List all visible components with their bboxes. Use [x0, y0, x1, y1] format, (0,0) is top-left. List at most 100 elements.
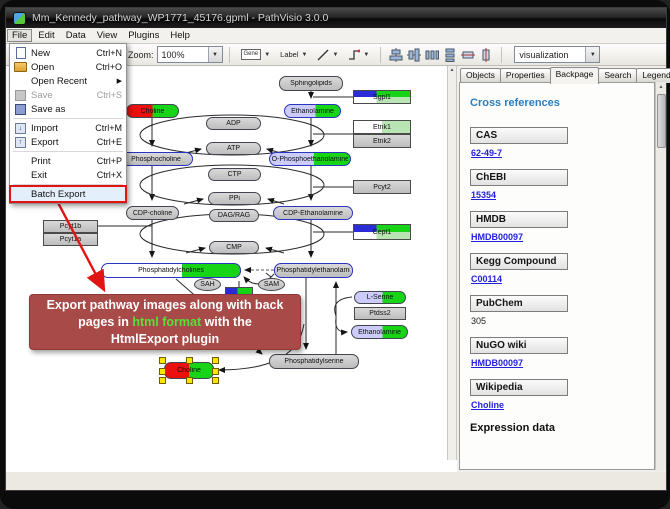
node-label: Phosphocholine	[131, 156, 181, 163]
node-label: Choline	[141, 108, 165, 115]
node-atp[interactable]: ATP	[206, 142, 261, 155]
node-cdp-choline[interactable]: CDP-choline	[126, 206, 179, 220]
sidebar-scrollbar[interactable]: ▲	[655, 82, 666, 470]
node-ptdss2[interactable]: Ptdss2	[354, 307, 406, 320]
scroll-up-icon[interactable]: ▲	[448, 66, 456, 74]
menu-view[interactable]: View	[92, 29, 122, 42]
new-gene-button[interactable]: Gene ▼	[237, 45, 275, 64]
file-menu-item-print[interactable]: PrintCtrl+P	[11, 154, 125, 168]
line-tool-icon	[317, 49, 329, 61]
node-phosphatidylserine[interactable]: Phosphatidylserine	[269, 354, 359, 369]
tab-backpage[interactable]: Backpage	[550, 67, 600, 84]
node-pcyt2[interactable]: Pcyt2	[353, 180, 411, 194]
crossref-link[interactable]: 15354	[471, 190, 654, 200]
chevron-down-icon[interactable]: ▼	[332, 52, 338, 58]
node-choline-selected[interactable]: Choline	[164, 362, 214, 379]
selection-handle[interactable]	[212, 377, 219, 384]
menu-item-label: Export	[31, 137, 93, 148]
node-adp[interactable]: ADP	[206, 117, 261, 130]
node-etnk1[interactable]: Etnk1	[353, 120, 411, 134]
node-cmp[interactable]: CMP	[209, 241, 259, 254]
menu-item-shortcut: Ctrl+S	[97, 90, 122, 100]
node-choline-top[interactable]: Choline	[126, 104, 179, 118]
node-ctp[interactable]: CTP	[208, 168, 261, 181]
chevron-down-icon[interactable]: ▼	[302, 52, 308, 58]
crossref-link[interactable]: C00114	[471, 274, 654, 284]
menu-item-label: Open	[31, 62, 92, 73]
common-width-icon[interactable]	[460, 47, 476, 63]
file-menu-item-open-recent[interactable]: Open Recent▶	[11, 74, 125, 88]
crossref-link[interactable]: 62-49-7	[471, 148, 654, 158]
tab-legend[interactable]: Legend	[636, 68, 670, 83]
node-o-phosphoethanolamine[interactable]: O-Phosphoethanolamine	[269, 152, 351, 166]
align-center-x-icon[interactable]	[388, 47, 404, 63]
canvas-vertical-scrollbar[interactable]: ▲	[447, 66, 457, 460]
file-menu-item-new[interactable]: NewCtrl+N	[11, 46, 125, 60]
distribute-horizontal-icon[interactable]	[424, 47, 440, 63]
selection-handle[interactable]	[212, 368, 219, 375]
selection-handle[interactable]	[186, 357, 193, 364]
scroll-up-icon[interactable]: ▲	[656, 82, 666, 92]
selection-handle[interactable]	[212, 357, 219, 364]
node-sah[interactable]: SAH	[194, 278, 221, 291]
file-menu-item-import[interactable]: ↓ImportCtrl+M	[11, 121, 125, 135]
crossref-section-pubchem: PubChem305	[470, 293, 654, 326]
node-sphingolipids[interactable]: Sphingolipids	[279, 76, 343, 91]
title-bar[interactable]: Mm_Kennedy_pathway_WP1771_45176.gpml - P…	[6, 8, 666, 28]
node-ethanolamine-top[interactable]: Ethanolamine	[284, 104, 341, 118]
node-label: CTP	[228, 171, 242, 178]
menu-edit[interactable]: Edit	[33, 29, 59, 42]
node-phosphatidylcholines[interactable]: Phosphatidylcholines	[101, 263, 241, 278]
node-pcyt1a[interactable]: Pcyt1a	[43, 233, 98, 246]
chevron-down-icon[interactable]: ▼	[363, 52, 369, 58]
node-phosphocholine[interactable]: Phosphocholine	[119, 152, 193, 166]
chevron-down-icon[interactable]: ▼	[208, 47, 222, 62]
selection-handle[interactable]	[186, 377, 193, 384]
node-l-serine[interactable]: L-Serine	[354, 291, 406, 304]
new-connector-button[interactable]: ▼	[344, 45, 373, 64]
tab-properties[interactable]: Properties	[500, 68, 551, 83]
crossref-link[interactable]: Choline	[471, 400, 654, 410]
distribute-vertical-icon[interactable]	[442, 47, 458, 63]
chevron-down-icon[interactable]: ▼	[585, 47, 599, 62]
menu-data[interactable]: Data	[61, 29, 91, 42]
node-ethanolamine-bottom[interactable]: Ethanolamine	[351, 325, 408, 339]
file-menu-item-exit[interactable]: ExitCtrl+X	[11, 168, 125, 182]
node-cept1[interactable]: Cept1	[353, 224, 411, 240]
tab-search[interactable]: Search	[598, 68, 637, 83]
menu-file[interactable]: File	[7, 29, 32, 42]
file-menu-item-batch-export[interactable]: Batch Export	[11, 187, 125, 201]
pathvisio-window: Mm_Kennedy_pathway_WP1771_45176.gpml - P…	[5, 7, 667, 491]
align-center-y-icon[interactable]	[406, 47, 422, 63]
crossref-link[interactable]: HMDB00097	[471, 232, 654, 242]
node-pcyt1b[interactable]: Pcyt1b	[43, 220, 98, 233]
file-menu-item-open[interactable]: OpenCtrl+O	[11, 60, 125, 74]
node-dag-rag[interactable]: DAG/RAG	[209, 209, 259, 222]
file-menu-item-save-as[interactable]: Save as	[11, 102, 125, 116]
selection-handle[interactable]	[159, 357, 166, 364]
visualization-combobox[interactable]: visualization ▼	[514, 46, 600, 63]
node-etnk2[interactable]: Etnk2	[353, 134, 411, 148]
scrollbar-thumb[interactable]	[657, 94, 666, 148]
file-menu-item-save[interactable]: SaveCtrl+S	[11, 88, 125, 102]
node-label: ATP	[227, 145, 240, 152]
chevron-down-icon[interactable]: ▼	[264, 52, 270, 58]
selection-handle[interactable]	[159, 377, 166, 384]
new-line-button[interactable]: ▼	[313, 45, 342, 64]
zoom-label: Zoom:	[128, 50, 154, 60]
tab-objects[interactable]: Objects	[460, 68, 501, 83]
crossref-link[interactable]: HMDB00097	[471, 358, 654, 368]
node-ppi[interactable]: PPi	[208, 192, 261, 205]
file-menu-item-export[interactable]: ↑ExportCtrl+E	[11, 135, 125, 149]
selection-handle[interactable]	[159, 368, 166, 375]
menu-plugins[interactable]: Plugins	[123, 29, 164, 42]
zoom-combobox[interactable]: 100% ▼	[157, 46, 223, 63]
menu-help[interactable]: Help	[165, 29, 195, 42]
cross-references-heading: Cross references	[470, 97, 654, 109]
node-cdp-ethanolamine[interactable]: CDP-Ethanolamine	[273, 206, 353, 220]
node-phosphatidylethanolamine[interactable]: Phosphatidylethanolamine	[274, 263, 353, 278]
node-sam[interactable]: SAM	[258, 278, 285, 291]
node-sgpl1[interactable]: Sgpl1	[353, 90, 411, 104]
common-height-icon[interactable]	[478, 47, 494, 63]
new-label-button[interactable]: Label ▼	[276, 45, 311, 64]
